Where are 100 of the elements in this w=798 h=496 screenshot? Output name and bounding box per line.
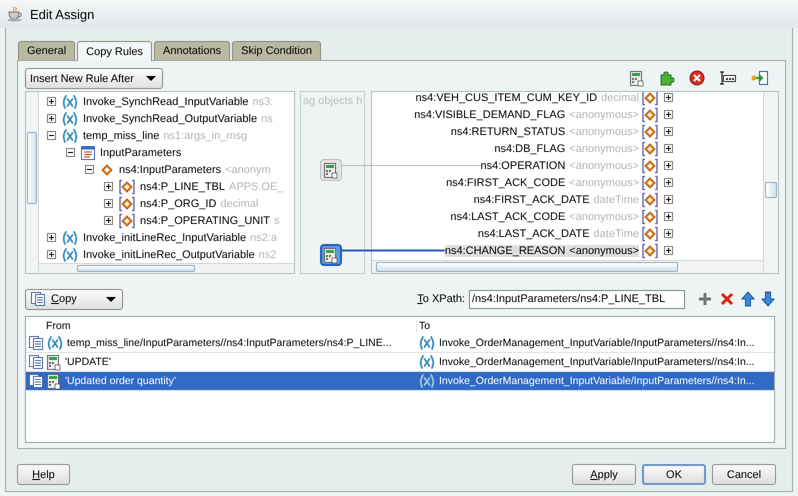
- add-icon[interactable]: [697, 291, 713, 307]
- dialog-button[interactable]: Cancel: [712, 464, 776, 486]
- scrollbar[interactable]: [26, 92, 39, 273]
- puzzle-icon[interactable]: [659, 70, 675, 86]
- table-row[interactable]: temp_miss_line/InputParameters//ns4:InputParameters/ns4:P_LINE... Invoke_OrderManagement_InputVariable/InputParameters//ns4:In...: [26, 334, 774, 353]
- scrollbar[interactable]: [372, 260, 763, 273]
- type-label: <anonymous>: [569, 244, 639, 256]
- move-up-icon[interactable]: [741, 291, 755, 307]
- element-icon: [641, 174, 659, 190]
- delete-icon[interactable]: [689, 70, 705, 86]
- collapse-icon[interactable]: [85, 165, 94, 174]
- tab[interactable]: Copy Rules: [77, 41, 152, 61]
- expand-icon[interactable]: [664, 229, 673, 238]
- tree-node-label[interactable]: ns4:CHANGE_REASON: [444, 244, 566, 256]
- text-field-icon[interactable]: [719, 70, 737, 86]
- variable-icon: [61, 230, 79, 244]
- calculator-icon: [323, 162, 339, 178]
- tree-node-label[interactable]: ns4:DB_FLAG: [494, 142, 566, 154]
- expand-icon[interactable]: [47, 97, 56, 106]
- dialog-button[interactable]: Apply: [572, 464, 636, 486]
- export-icon[interactable]: [751, 70, 769, 86]
- expand-icon[interactable]: [47, 114, 56, 123]
- element-icon: [641, 140, 659, 156]
- calculator-icon: [323, 246, 339, 264]
- expand-icon[interactable]: [664, 212, 673, 221]
- operation-dropdown[interactable]: Copy: [25, 288, 123, 310]
- tab[interactable]: Annotations: [154, 41, 230, 60]
- element-icon: [641, 124, 659, 140]
- expand-icon[interactable]: [664, 144, 673, 153]
- delete-icon[interactable]: [719, 291, 735, 307]
- teacup-icon: [6, 6, 24, 22]
- function-icon: [46, 372, 62, 390]
- function-node[interactable]: [320, 159, 342, 181]
- expand-icon[interactable]: [664, 93, 673, 102]
- expand-icon[interactable]: [104, 216, 113, 225]
- expand-icon[interactable]: [104, 182, 113, 191]
- tree-node-label[interactable]: ns4:LAST_ACK_DATE: [478, 228, 590, 240]
- expand-icon[interactable]: [664, 127, 673, 136]
- scrollbar[interactable]: [39, 263, 294, 273]
- expand-icon[interactable]: [47, 250, 56, 259]
- tree-node-label[interactable]: Invoke_SynchRead_InputVariable: [83, 96, 249, 108]
- expand-icon[interactable]: [664, 110, 673, 119]
- tree-node-label[interactable]: ns4:LAST_ACK_CODE: [450, 210, 566, 222]
- collapse-icon[interactable]: [47, 131, 56, 140]
- dialog-button[interactable]: OK: [642, 464, 706, 486]
- element-icon: [118, 212, 136, 228]
- tab[interactable]: General: [18, 41, 76, 60]
- element-icon: [641, 242, 659, 258]
- variable-icon: [46, 336, 64, 350]
- expand-icon[interactable]: [664, 161, 673, 170]
- tree-node-label[interactable]: ns4:P_LINE_TBL: [140, 180, 225, 192]
- tree-node-label[interactable]: ns4:P_ORG_ID: [140, 198, 216, 210]
- dialog-button[interactable]: Help: [17, 464, 70, 486]
- type-label: ns2:a: [250, 232, 277, 244]
- type-label: dateTime: [594, 194, 639, 206]
- type-label: <anonymous>: [569, 160, 639, 172]
- collapse-icon[interactable]: [66, 148, 75, 157]
- tree-node-label[interactable]: ns4:VEH_CUS_ITEM_CUM_KEY_ID: [416, 92, 598, 104]
- tree-node-label[interactable]: ns4:VISIBLE_DEMAND_FLAG: [414, 108, 566, 120]
- variable-icon: [61, 128, 79, 142]
- expand-icon[interactable]: [664, 246, 673, 255]
- table-cell: Invoke_OrderManagement_InputVariable/InputParameters//ns4:In...: [439, 337, 755, 349]
- tree-node-label[interactable]: ns4:InputParameters: [119, 164, 222, 176]
- element-icon: [641, 208, 659, 224]
- copy-icon: [28, 373, 44, 389]
- element-icon: [641, 226, 659, 242]
- tree-node-label[interactable]: ns4:OPERATION: [480, 160, 566, 172]
- expand-icon[interactable]: [664, 195, 673, 204]
- table-row[interactable]: 'Updated order quantity' Invoke_OrderManagement_InputVariable/InputParameters//ns4:In...: [26, 372, 774, 391]
- tree-node-label[interactable]: Invoke_initLineRec_InputVariable: [83, 232, 246, 244]
- tree-node-label[interactable]: InputParameters: [100, 146, 182, 158]
- element-icon: [641, 192, 659, 208]
- tree-node-label[interactable]: ns4:P_OPERATING_UNIT: [140, 214, 270, 226]
- type-label: decimal: [220, 198, 258, 210]
- tree-node-label[interactable]: ns4:FIRST_ACK_CODE: [446, 176, 566, 188]
- tree-node-label[interactable]: temp_miss_line: [83, 130, 160, 142]
- table-cell: Invoke_OrderManagement_InputVariable/InputParameters//ns4:In...: [439, 375, 755, 387]
- type-label: ns2: [258, 248, 276, 260]
- column-header[interactable]: To: [416, 320, 774, 332]
- element-icon: [118, 196, 136, 212]
- expand-icon[interactable]: [664, 178, 673, 187]
- xpath-field[interactable]: /ns4:InputParameters/ns4:P_LINE_TBL: [469, 290, 685, 308]
- move-down-icon[interactable]: [761, 291, 775, 307]
- element-icon: [641, 158, 659, 174]
- tree-node-label[interactable]: Invoke_initLineRec_OutputVariable: [83, 248, 255, 260]
- function-node[interactable]: [320, 244, 342, 266]
- expand-icon[interactable]: [47, 233, 56, 242]
- copy-icon: [28, 354, 44, 370]
- type-label: ns: [261, 112, 273, 124]
- tree-node-label[interactable]: ns4:FIRST_ACK_DATE: [474, 194, 590, 206]
- scrollbar[interactable]: [763, 92, 778, 273]
- tree-node-label[interactable]: Invoke_SynchRead_OutputVariable: [83, 112, 258, 124]
- tree-node-label[interactable]: ns4:RETURN_STATUS: [450, 126, 566, 138]
- tab[interactable]: Skip Condition: [232, 41, 322, 60]
- expand-icon[interactable]: [104, 199, 113, 208]
- column-header[interactable]: From: [44, 320, 416, 332]
- calculator-icon: [629, 70, 645, 87]
- type-label: APPS.OE_: [229, 180, 284, 192]
- table-cell: 'Updated order quantity': [65, 375, 176, 387]
- rule-position-dropdown[interactable]: Insert New Rule After: [25, 68, 163, 89]
